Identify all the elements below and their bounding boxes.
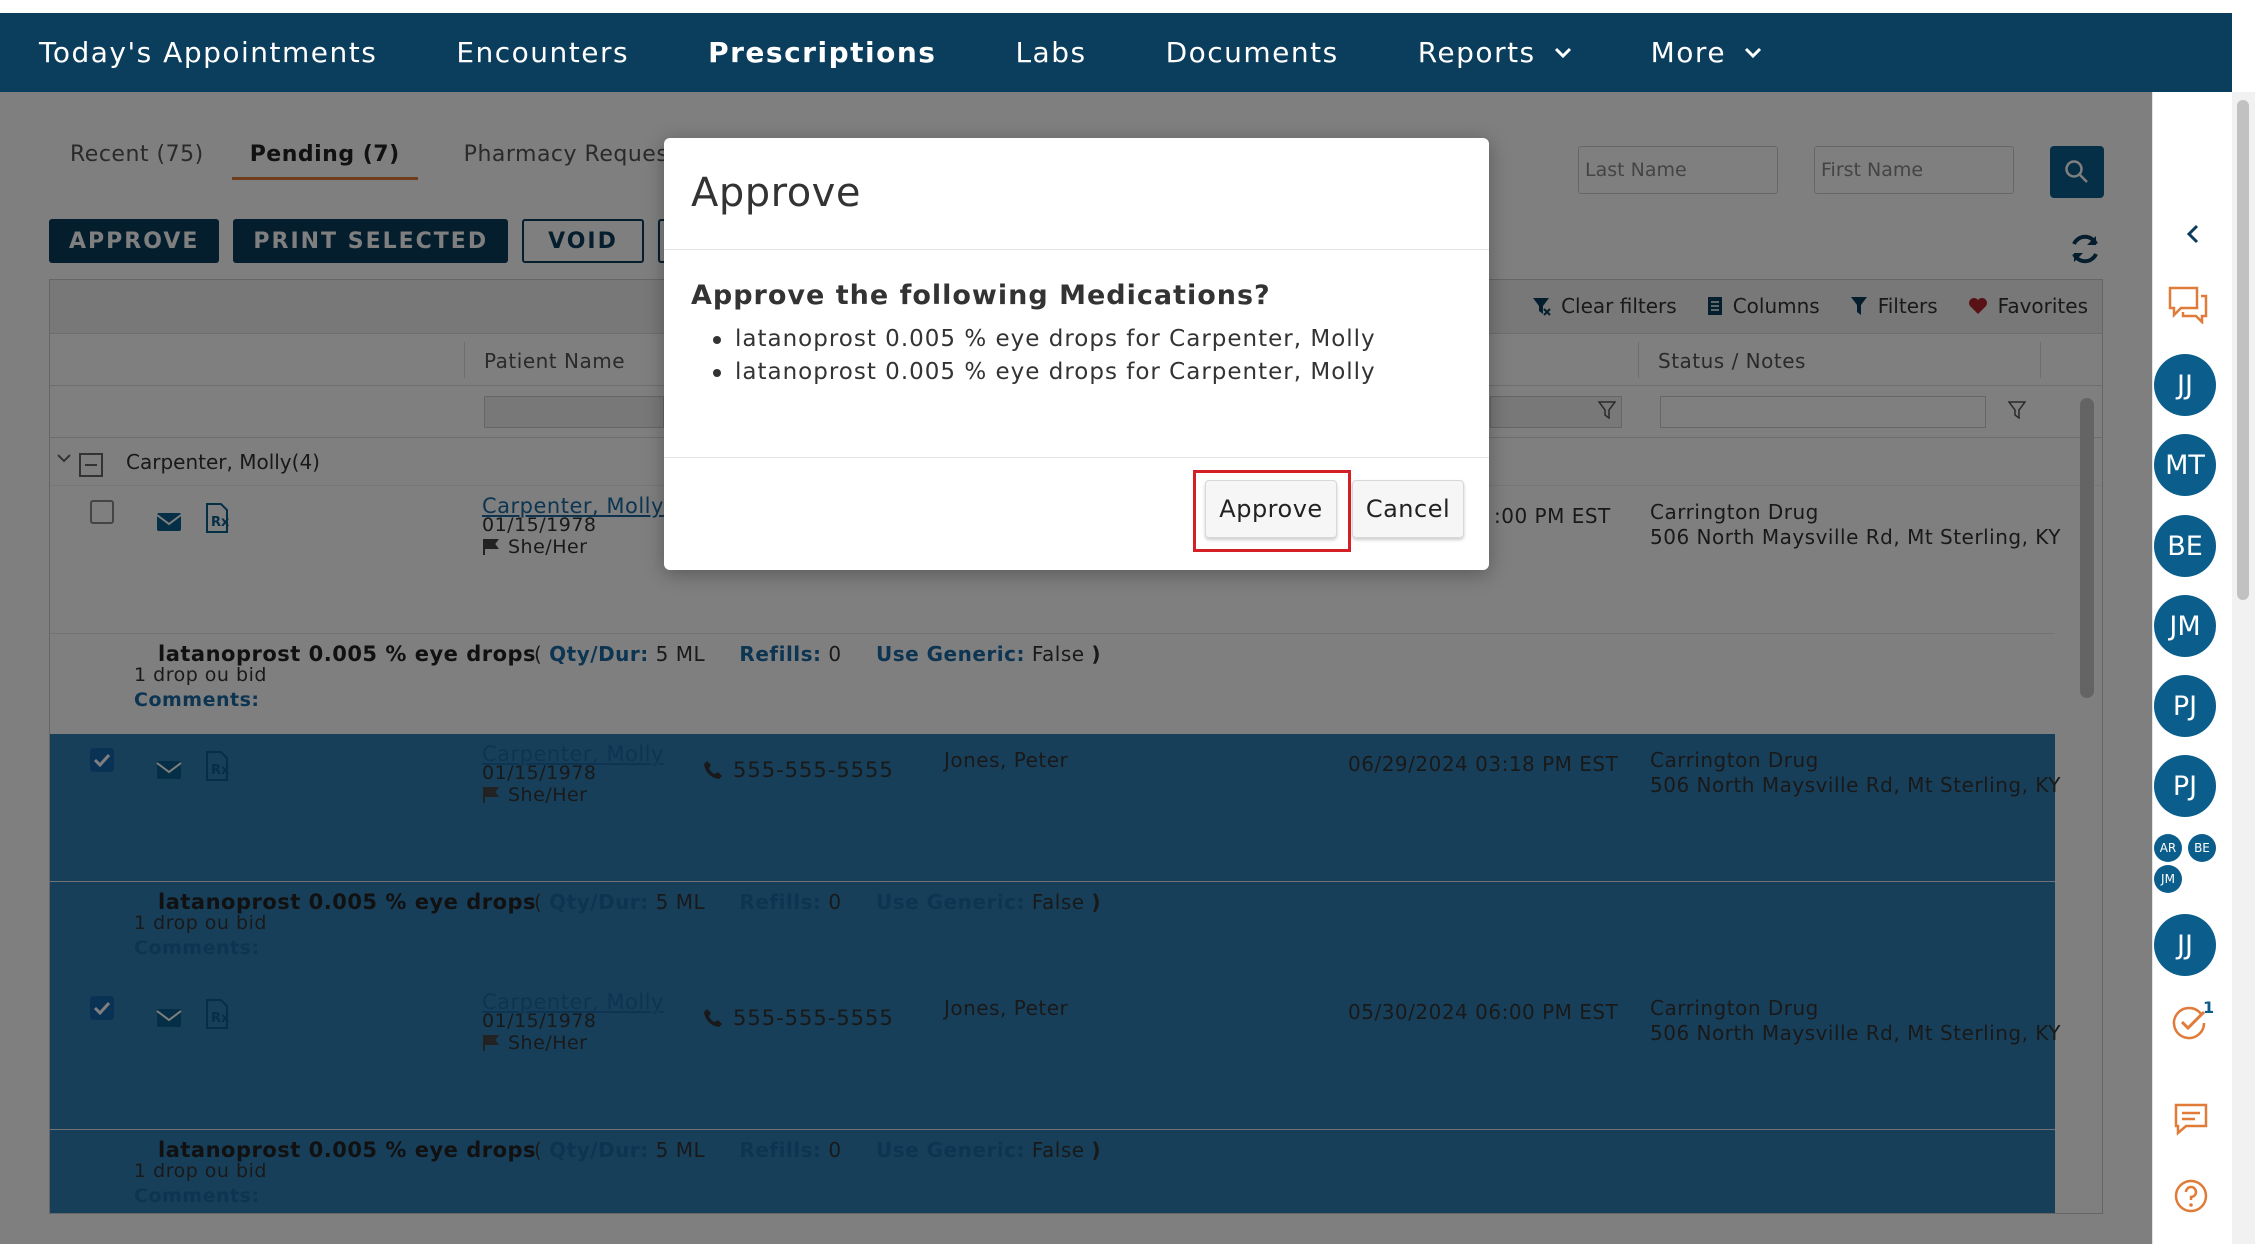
avatar[interactable]: JM	[2154, 865, 2182, 893]
dialog-body: Approve the following Medications? latan…	[664, 250, 1489, 458]
nav-prescriptions[interactable]: Prescriptions	[708, 36, 936, 69]
chat-bubbles-icon[interactable]	[2167, 284, 2209, 324]
main-nav: Today's Appointments Encounters Prescrip…	[0, 13, 2232, 92]
nav-more[interactable]: More	[1651, 36, 1762, 69]
message-icon[interactable]	[2173, 1102, 2209, 1136]
cancel-button[interactable]: Cancel	[1352, 480, 1464, 538]
collapse-chevron-icon[interactable]	[2185, 224, 2201, 244]
nav-label: Labs	[1015, 36, 1087, 69]
nav-reports[interactable]: Reports	[1418, 36, 1572, 69]
avatar[interactable]: JJ	[2154, 354, 2216, 416]
approve-dialog: Approve Approve the following Medication…	[664, 138, 1489, 570]
task-count-badge: 1	[2203, 998, 2215, 1017]
avatar[interactable]: BE	[2188, 834, 2216, 862]
nav-encounters[interactable]: Encounters	[456, 36, 629, 69]
chevron-down-icon	[1554, 47, 1571, 58]
nav-label: Reports	[1417, 36, 1536, 69]
nav-label: Documents	[1165, 36, 1339, 69]
avatar[interactable]: JM	[2154, 595, 2216, 657]
avatar[interactable]: BE	[2154, 515, 2216, 577]
medication-list-item: latanoprost 0.005 % eye drops for Carpen…	[713, 323, 1462, 356]
avatar[interactable]: MT	[2154, 434, 2216, 496]
dialog-title: Approve	[691, 170, 861, 216]
nav-documents[interactable]: Documents	[1166, 36, 1339, 69]
dialog-question: Approve the following Medications?	[691, 280, 1271, 311]
nav-label: More	[1650, 36, 1727, 69]
sidebar-scrollbar[interactable]	[2232, 92, 2255, 1244]
sidebar-scroll-thumb[interactable]	[2237, 100, 2249, 600]
approve-button[interactable]: Approve	[1205, 480, 1337, 538]
nav-todays-appointments[interactable]: Today's Appointments	[39, 36, 377, 69]
top-strip	[0, 0, 2255, 13]
avatar[interactable]: JJ	[2154, 914, 2216, 976]
nav-labs[interactable]: Labs	[1015, 36, 1086, 69]
dialog-header: Approve	[664, 138, 1489, 250]
nav-label: Today's Appointments	[39, 36, 378, 69]
chevron-down-icon	[1745, 47, 1762, 58]
avatar[interactable]: AR	[2154, 834, 2182, 862]
medication-list-item: latanoprost 0.005 % eye drops for Carpen…	[713, 356, 1462, 389]
avatar[interactable]: PJ	[2154, 675, 2216, 737]
nav-label: Encounters	[456, 36, 630, 69]
nav-label: Prescriptions	[708, 36, 937, 69]
avatar[interactable]: PJ	[2154, 755, 2216, 817]
medication-list: latanoprost 0.005 % eye drops for Carpen…	[691, 323, 1462, 389]
right-sidebar: JJ MT BE JM PJ PJ AR BE JM JJ 1	[2152, 92, 2232, 1244]
dialog-footer: Approve Cancel	[664, 458, 1489, 570]
help-icon[interactable]	[2173, 1178, 2209, 1214]
